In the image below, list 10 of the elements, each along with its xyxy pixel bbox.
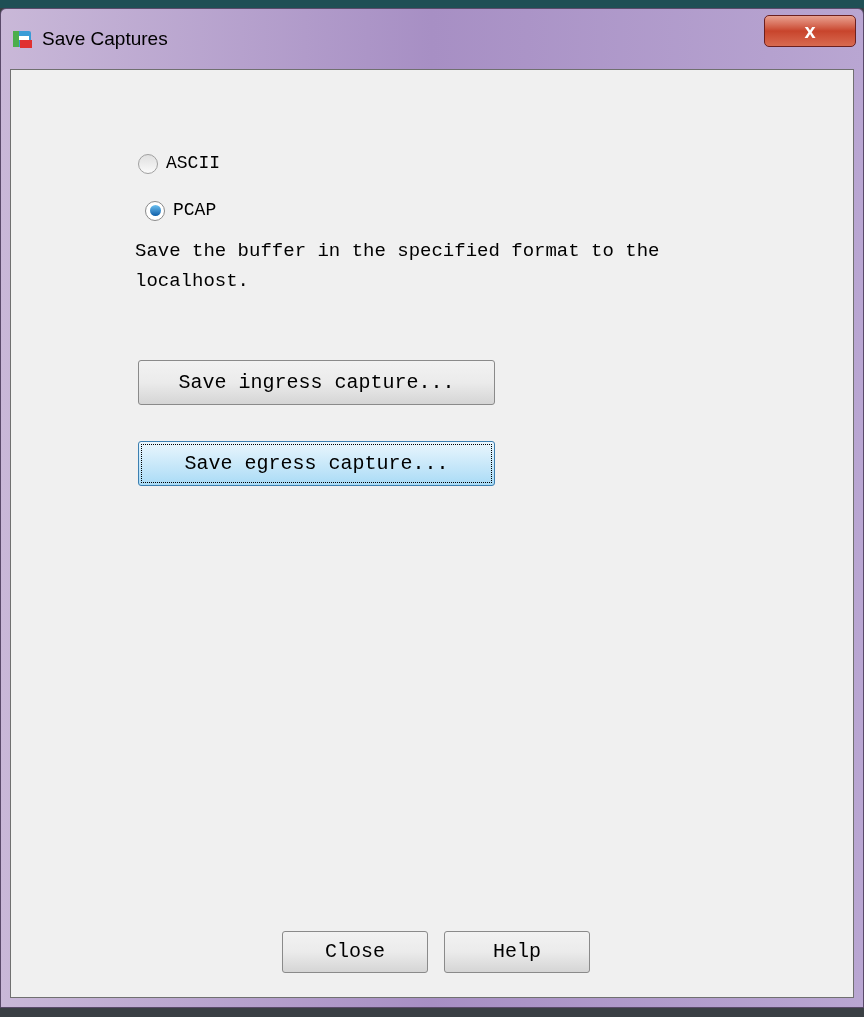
format-radio[interactable]: PCAP <box>145 197 217 224</box>
save-capture-button[interactable]: Save ingress capture... <box>138 360 495 405</box>
window-close-button[interactable]: x <box>764 15 856 47</box>
dialog-button[interactable]: Help <box>444 931 590 973</box>
window-title: Save Captures <box>42 26 168 51</box>
app-icon <box>12 28 34 50</box>
dialog-button[interactable]: Close <box>282 931 428 973</box>
format-radio[interactable]: ASCII <box>138 150 220 177</box>
description-text: Save the buffer in the specified format to the localhost. <box>135 239 661 294</box>
save-capture-button[interactable]: Save egress capture... <box>138 441 495 486</box>
